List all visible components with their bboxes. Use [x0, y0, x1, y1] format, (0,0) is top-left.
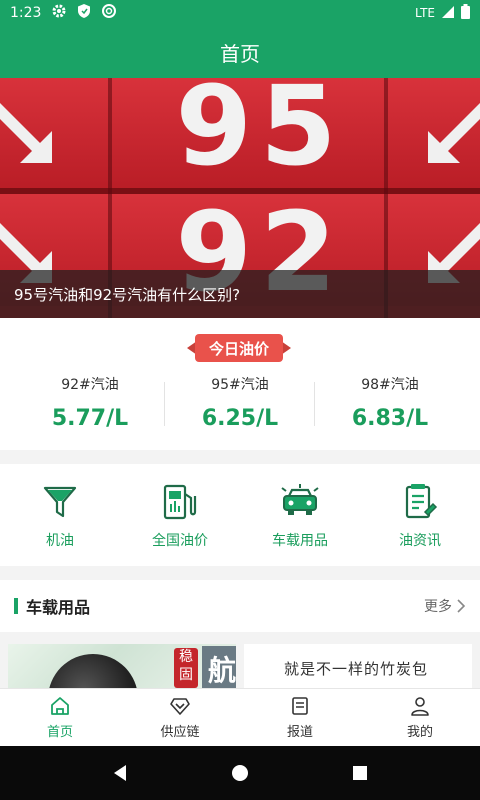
- tab-report[interactable]: 报道: [240, 689, 360, 746]
- price-value: 6.25/L: [201, 406, 279, 431]
- app-bar: 首页: [0, 26, 480, 78]
- price-item-92[interactable]: 92#汽油 5.77/L: [15, 370, 165, 440]
- price-name: 92#汽油: [61, 377, 119, 393]
- network-type: LTE: [415, 6, 435, 20]
- banner-carousel[interactable]: 95 92 95号汽油和92号汽油有什么区别?: [0, 78, 480, 318]
- product-image: [48, 654, 138, 688]
- quick-item-national-price[interactable]: 全国油价: [120, 464, 240, 566]
- tab-supply-chain[interactable]: 供应链: [120, 689, 240, 746]
- product-card[interactable]: 稳固 航: [8, 644, 236, 688]
- shield-icon: [77, 3, 91, 23]
- quick-item-label: 机油: [46, 533, 74, 549]
- news-icon: [405, 484, 438, 519]
- quick-item-label: 车载用品: [272, 533, 328, 549]
- system-nav-bar: [0, 746, 480, 800]
- today-price-card: 今日油价 92#汽油 5.77/L 95#汽油 6.25/L 98#汽油 6.8…: [0, 318, 480, 450]
- price-value: 6.83/L: [351, 406, 429, 431]
- ribbon-label: 今日油价: [195, 334, 283, 362]
- tab-label: 供应链: [160, 725, 200, 740]
- banner-number-95: 95: [175, 78, 345, 190]
- quick-item-label: 全国油价: [152, 533, 208, 549]
- car-icon: [281, 484, 319, 515]
- bottom-tab-bar: 首页 供应链 报道 我的: [0, 688, 480, 746]
- tab-home[interactable]: 首页: [0, 689, 120, 746]
- product-card[interactable]: 就是不一样的竹炭包: [244, 644, 472, 688]
- quick-item-car-accessories[interactable]: 车载用品: [240, 464, 360, 566]
- diamond-icon: [170, 698, 190, 715]
- settings-icon: [51, 3, 67, 23]
- sync-icon: [101, 3, 117, 23]
- home-button-icon[interactable]: [230, 763, 250, 783]
- more-label: 更多: [424, 599, 452, 615]
- price-item-95[interactable]: 95#汽油 6.25/L: [165, 370, 315, 440]
- price-name: 95#汽油: [211, 377, 269, 393]
- banner-caption[interactable]: 95号汽油和92号汽油有什么区别?: [0, 270, 480, 318]
- battery-icon: [461, 4, 470, 22]
- price-value: 5.77/L: [51, 406, 129, 431]
- tab-label: 报道: [286, 725, 313, 740]
- section-accent-bar: [14, 598, 18, 614]
- product-text: 就是不一样的竹炭包: [284, 660, 429, 678]
- signal-icon: [441, 5, 455, 22]
- tab-label: 我的: [406, 725, 433, 740]
- funnel-icon: [43, 486, 77, 518]
- product-brand: 航: [202, 646, 236, 688]
- tab-mine[interactable]: 我的: [360, 689, 480, 746]
- status-time: 1:23: [10, 5, 42, 21]
- arrow-down-right-icon: [428, 103, 480, 163]
- quick-item-engine-oil[interactable]: 机油: [0, 464, 120, 566]
- person-icon: [411, 697, 429, 716]
- section-title: 车载用品: [26, 598, 91, 617]
- product-tag: 稳固: [174, 648, 198, 688]
- section-header-car-accessories: 车载用品 更多: [0, 580, 480, 632]
- arrow-down-left-icon: [0, 103, 52, 163]
- status-bar: 1:23 LTE: [0, 0, 480, 26]
- today-price-ribbon: 今日油价: [187, 334, 291, 362]
- chevron-right-icon: [457, 599, 466, 613]
- tab-label: 首页: [46, 725, 73, 740]
- quick-item-oil-news[interactable]: 油资讯: [360, 464, 480, 566]
- more-link[interactable]: 更多: [424, 596, 466, 616]
- fuel-pump-icon: [163, 484, 197, 520]
- quick-item-label: 油资讯: [399, 533, 441, 549]
- page-title: 首页: [220, 41, 260, 66]
- back-icon[interactable]: [110, 763, 130, 783]
- quick-menu: 机油 全国油价 车载用品 油资讯: [0, 464, 480, 566]
- report-icon: [292, 697, 308, 715]
- home-icon: [51, 697, 69, 715]
- price-name: 98#汽油: [361, 377, 419, 393]
- price-item-98[interactable]: 98#汽油 6.83/L: [315, 370, 465, 440]
- recents-icon[interactable]: [350, 763, 370, 783]
- product-list: 稳固 航 就是不一样的竹炭包: [0, 632, 480, 688]
